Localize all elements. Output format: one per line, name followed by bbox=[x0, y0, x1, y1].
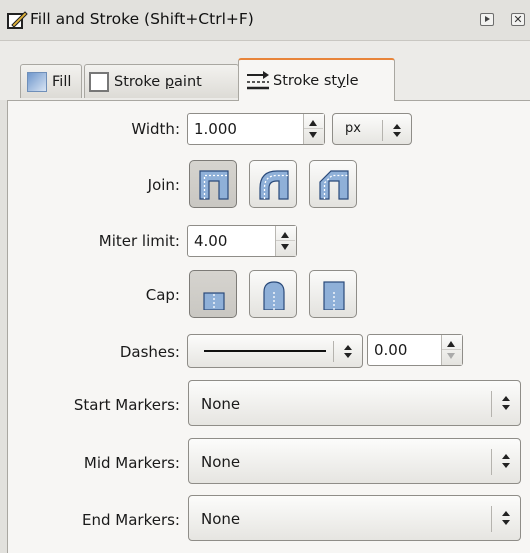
dashes-label: Dashes: bbox=[119, 343, 180, 361]
collapse-dialog-button[interactable] bbox=[480, 13, 494, 26]
dialog-title-bar: Fill and Stroke (Shift+Ctrl+F) ✕ bbox=[0, 0, 530, 41]
end-markers-value: None bbox=[201, 510, 241, 528]
miter-join-icon bbox=[199, 170, 229, 200]
tab-stroke-paint-label: Stroke paint bbox=[114, 73, 202, 90]
round-cap-button[interactable] bbox=[249, 270, 297, 318]
dash-offset-value: 0.00 bbox=[374, 341, 408, 359]
mid-markers-value: None bbox=[201, 453, 241, 471]
width-label: Width: bbox=[131, 120, 180, 138]
select-divider bbox=[491, 506, 492, 532]
square-cap-icon bbox=[323, 281, 345, 310]
close-dialog-button[interactable]: ✕ bbox=[511, 13, 525, 26]
mid-markers-select[interactable]: None bbox=[188, 438, 521, 484]
chevron-down-icon bbox=[502, 463, 510, 468]
start-markers-label: Start Markers: bbox=[73, 396, 180, 414]
chevron-up-icon bbox=[502, 511, 510, 516]
decrement-icon bbox=[309, 132, 317, 138]
decrement-icon bbox=[281, 244, 289, 250]
spin-divider bbox=[442, 349, 461, 350]
dash-offset-spin-field[interactable]: 0.00 bbox=[367, 334, 463, 366]
fill-swatch-icon bbox=[27, 71, 47, 92]
tab-fill[interactable]: Fill bbox=[20, 64, 82, 98]
dash-pattern-select[interactable] bbox=[187, 334, 363, 368]
spin-divider bbox=[304, 128, 323, 129]
width-unit-select[interactable]: px bbox=[332, 113, 412, 145]
butt-cap-button[interactable] bbox=[189, 270, 237, 318]
chevron-down-icon bbox=[393, 132, 401, 137]
stroke-style-icon bbox=[247, 70, 269, 89]
chevron-up-icon bbox=[393, 124, 401, 129]
end-markers-label: End Markers: bbox=[82, 511, 180, 529]
select-divider bbox=[333, 341, 334, 362]
select-divider bbox=[382, 120, 383, 141]
round-cap-icon bbox=[263, 281, 285, 310]
width-unit-value: px bbox=[345, 121, 361, 136]
chevron-up-icon bbox=[502, 396, 510, 401]
miter-join-button[interactable] bbox=[189, 160, 237, 208]
width-value: 1.000 bbox=[194, 120, 237, 138]
chevron-up-icon bbox=[344, 345, 352, 350]
miter-limit-value: 4.00 bbox=[194, 232, 228, 250]
round-join-icon bbox=[259, 170, 289, 200]
select-divider bbox=[491, 449, 492, 475]
mid-markers-label: Mid Markers: bbox=[83, 454, 180, 472]
dialog-title: Fill and Stroke (Shift+Ctrl+F) bbox=[30, 10, 254, 28]
start-markers-value: None bbox=[201, 395, 241, 413]
width-spin-arrows[interactable] bbox=[303, 114, 324, 144]
butt-cap-icon bbox=[203, 292, 225, 310]
dash-offset-spin-arrows[interactable] bbox=[441, 335, 462, 365]
increment-icon bbox=[447, 341, 455, 347]
width-spin-field[interactable]: 1.000 bbox=[187, 113, 325, 145]
chevron-down-icon bbox=[502, 520, 510, 525]
chevron-up-icon bbox=[502, 454, 510, 459]
join-label: Join: bbox=[147, 176, 180, 194]
cap-label: Cap: bbox=[145, 286, 180, 304]
dash-pattern-preview bbox=[204, 350, 326, 352]
increment-icon bbox=[281, 232, 289, 238]
chevron-down-icon bbox=[344, 353, 352, 358]
decrement-icon bbox=[447, 353, 455, 359]
start-markers-select[interactable]: None bbox=[188, 380, 521, 426]
end-markers-select[interactable]: None bbox=[188, 495, 521, 541]
tab-stroke-style[interactable]: Stroke style bbox=[238, 58, 395, 101]
tab-stroke-paint[interactable]: Stroke paint bbox=[84, 64, 239, 98]
stroke-paint-swatch-icon bbox=[89, 71, 109, 92]
spin-divider bbox=[276, 240, 295, 241]
tab-stroke-style-label: Stroke style bbox=[273, 72, 359, 89]
square-cap-button[interactable] bbox=[309, 270, 357, 318]
select-divider bbox=[491, 391, 492, 417]
round-join-button[interactable] bbox=[249, 160, 297, 208]
miter-limit-spin-arrows[interactable] bbox=[275, 226, 296, 256]
increment-icon bbox=[309, 120, 317, 126]
bevel-join-icon bbox=[319, 170, 349, 200]
fill-stroke-icon bbox=[7, 11, 28, 29]
dock-edge bbox=[0, 100, 7, 553]
chevron-down-icon bbox=[502, 405, 510, 410]
miter-limit-label: Miter limit: bbox=[98, 232, 180, 250]
miter-limit-spin-field[interactable]: 4.00 bbox=[187, 225, 297, 257]
tab-fill-label: Fill bbox=[52, 73, 72, 90]
bevel-join-button[interactable] bbox=[309, 160, 357, 208]
